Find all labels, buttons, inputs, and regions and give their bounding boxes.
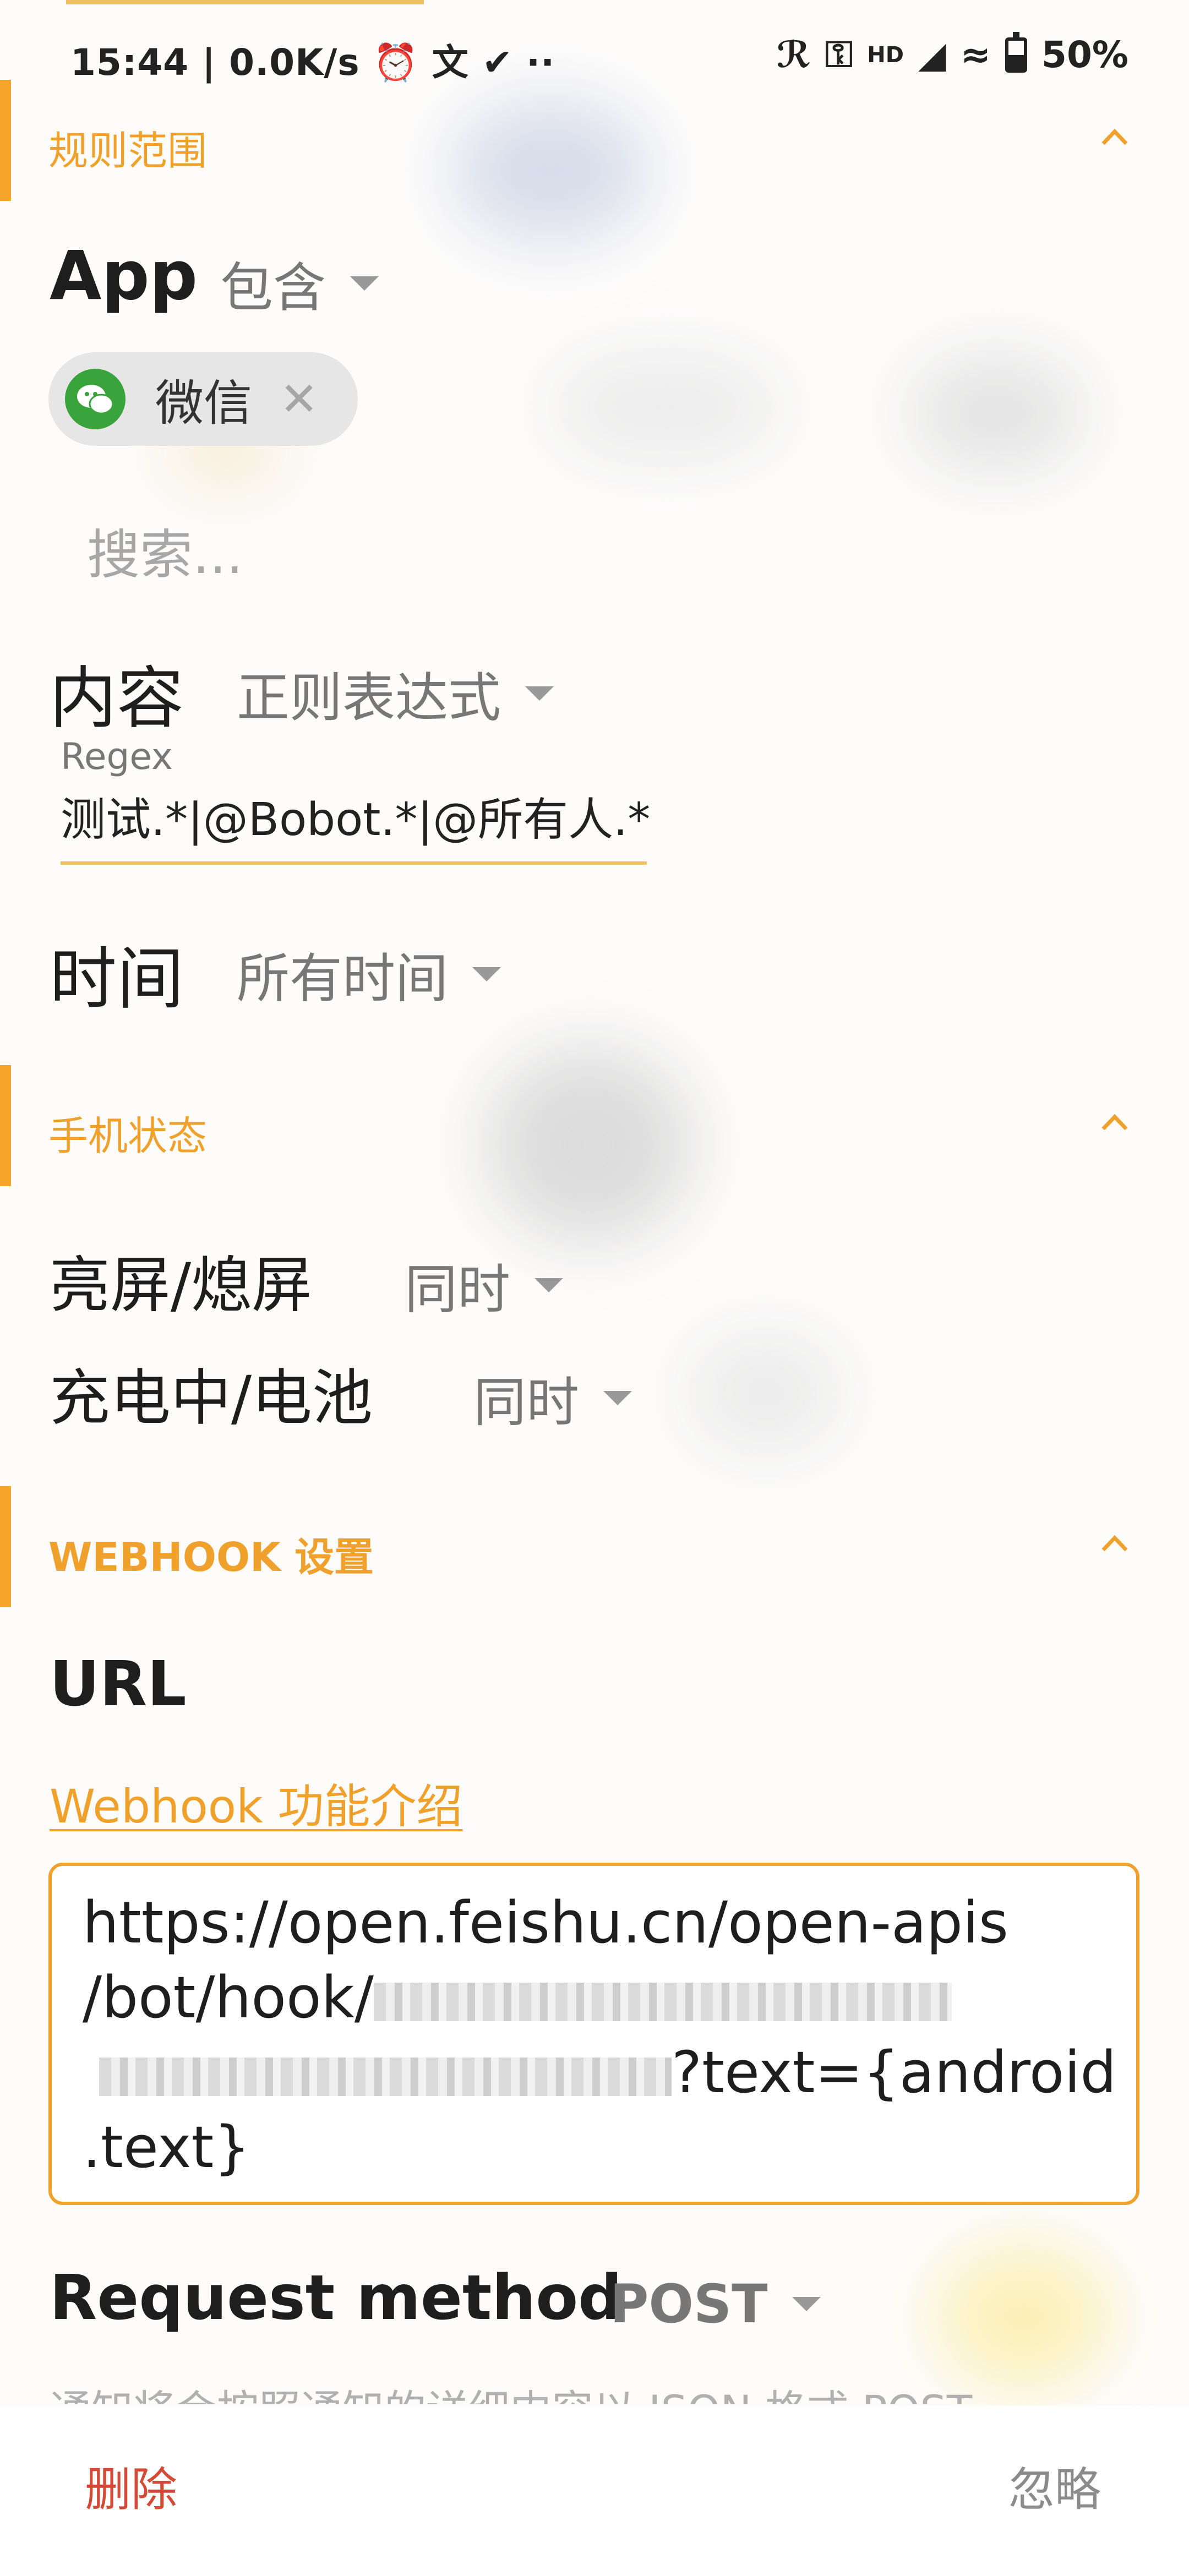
ignore-button[interactable]: 忽略 <box>1008 2453 1101 2519</box>
screen-state-value: 同时 <box>405 1259 510 1320</box>
app-mode-dropdown[interactable]: 包含 <box>220 245 379 321</box>
charging-state-dropdown[interactable]: 同时 <box>473 1360 632 1436</box>
content-mode-value: 正则表达式 <box>237 667 501 729</box>
top-accent-line <box>66 0 424 4</box>
content-mode-dropdown[interactable]: 正则表达式 <box>237 655 554 732</box>
regex-field-label: Regex <box>61 735 173 778</box>
time-mode-value: 所有时间 <box>237 948 448 1009</box>
app-label: App <box>50 237 198 315</box>
status-time-speed: 15:44 | 0.0K/s ⏰ 文 ✔ ·· <box>70 41 555 84</box>
remove-chip-icon[interactable]: ✕ <box>280 372 318 426</box>
collapse-chevron-icon[interactable] <box>1101 1530 1128 1558</box>
alarm-icon: ⏰ <box>373 41 419 84</box>
status-bar: 15:44 | 0.0K/s ⏰ 文 ✔ ·· ℛ ⚿ HD ◢ ≈ 50% <box>0 0 1189 105</box>
redacted-token-2 <box>99 2057 672 2096</box>
collapse-chevron-icon[interactable] <box>1101 1109 1128 1137</box>
app-chip-wechat[interactable]: 微信 ✕ <box>48 352 358 446</box>
webhook-intro-link[interactable]: Webhook 功能介绍 <box>50 1770 463 1836</box>
collapse-chevron-icon[interactable] <box>1101 124 1128 151</box>
screen-state-dropdown[interactable]: 同时 <box>405 1247 563 1323</box>
dropdown-arrow-icon <box>534 1278 563 1292</box>
battery-percent: 50% <box>1041 34 1128 76</box>
app-chip-label: 微信 <box>155 374 253 432</box>
section-accent-webhook <box>0 1486 11 1607</box>
key-icon: ⚿ <box>825 33 853 75</box>
url-line-2: /bot/hook/ <box>83 1964 374 2031</box>
battery-icon <box>1005 31 1028 73</box>
request-method-value: POST <box>610 2273 768 2335</box>
app-search-input[interactable]: 搜索... <box>87 512 243 588</box>
dropdown-arrow-icon <box>525 686 554 701</box>
request-method-dropdown[interactable]: POST <box>610 2273 821 2335</box>
charging-state-value: 同时 <box>473 1372 579 1433</box>
section-title-webhook: WEBHOOK 设置 <box>48 1534 374 1580</box>
dropdown-arrow-icon <box>350 276 379 291</box>
webhook-description: 通知将会按照通知的详细内容以 JSON 格式 POST <box>50 2377 1128 2404</box>
section-accent-rule-scope <box>0 80 11 201</box>
time-label: 时间 <box>50 940 184 1018</box>
section-title-phone-state: 手机状态 <box>48 1113 208 1159</box>
signal-icon: HD <box>867 42 904 68</box>
translate-icon: 文 <box>432 41 469 84</box>
signal-bars-icon: ◢ <box>918 34 946 76</box>
section-accent-phone-state <box>0 1065 11 1186</box>
dropdown-arrow-icon <box>792 2297 821 2311</box>
url-line-4: .text} <box>83 2114 250 2181</box>
check-icon: ✔ <box>482 41 514 84</box>
section-title-rule-scope: 规则范围 <box>48 128 208 174</box>
delete-button[interactable]: 删除 <box>85 2453 177 2519</box>
redacted-token-1 <box>373 1982 952 2021</box>
url-input-text[interactable]: https://open.feishu.cn/open-apis /bot/ho… <box>83 1885 1117 2185</box>
dropdown-arrow-icon <box>603 1390 632 1405</box>
url-line-1: https://open.feishu.cn/open-apis <box>83 1889 1008 1956</box>
content-label: 内容 <box>50 659 184 738</box>
more-dots-icon: ·· <box>526 41 555 84</box>
request-method-label: Request method <box>50 2262 623 2334</box>
regex-underline <box>61 861 647 865</box>
wechat-icon <box>65 369 126 429</box>
app-mode-value: 包含 <box>220 257 326 319</box>
url-label: URL <box>50 1649 187 1720</box>
url-line-3: ?text={android <box>672 2039 1117 2106</box>
bluetooth-icon: ℛ <box>777 34 811 76</box>
screen-state-label: 亮屏/熄屏 <box>50 1250 313 1320</box>
status-right: ℛ ⚿ HD ◢ ≈ 50% <box>777 31 1128 77</box>
wifi-icon: ≈ <box>960 34 991 76</box>
charging-state-label: 充电中/电池 <box>50 1363 373 1433</box>
dropdown-arrow-icon <box>472 967 501 981</box>
time-mode-dropdown[interactable]: 所有时间 <box>237 936 501 1012</box>
regex-input[interactable]: 测试.*|@Bobot.*|@所有人.* <box>61 783 650 848</box>
